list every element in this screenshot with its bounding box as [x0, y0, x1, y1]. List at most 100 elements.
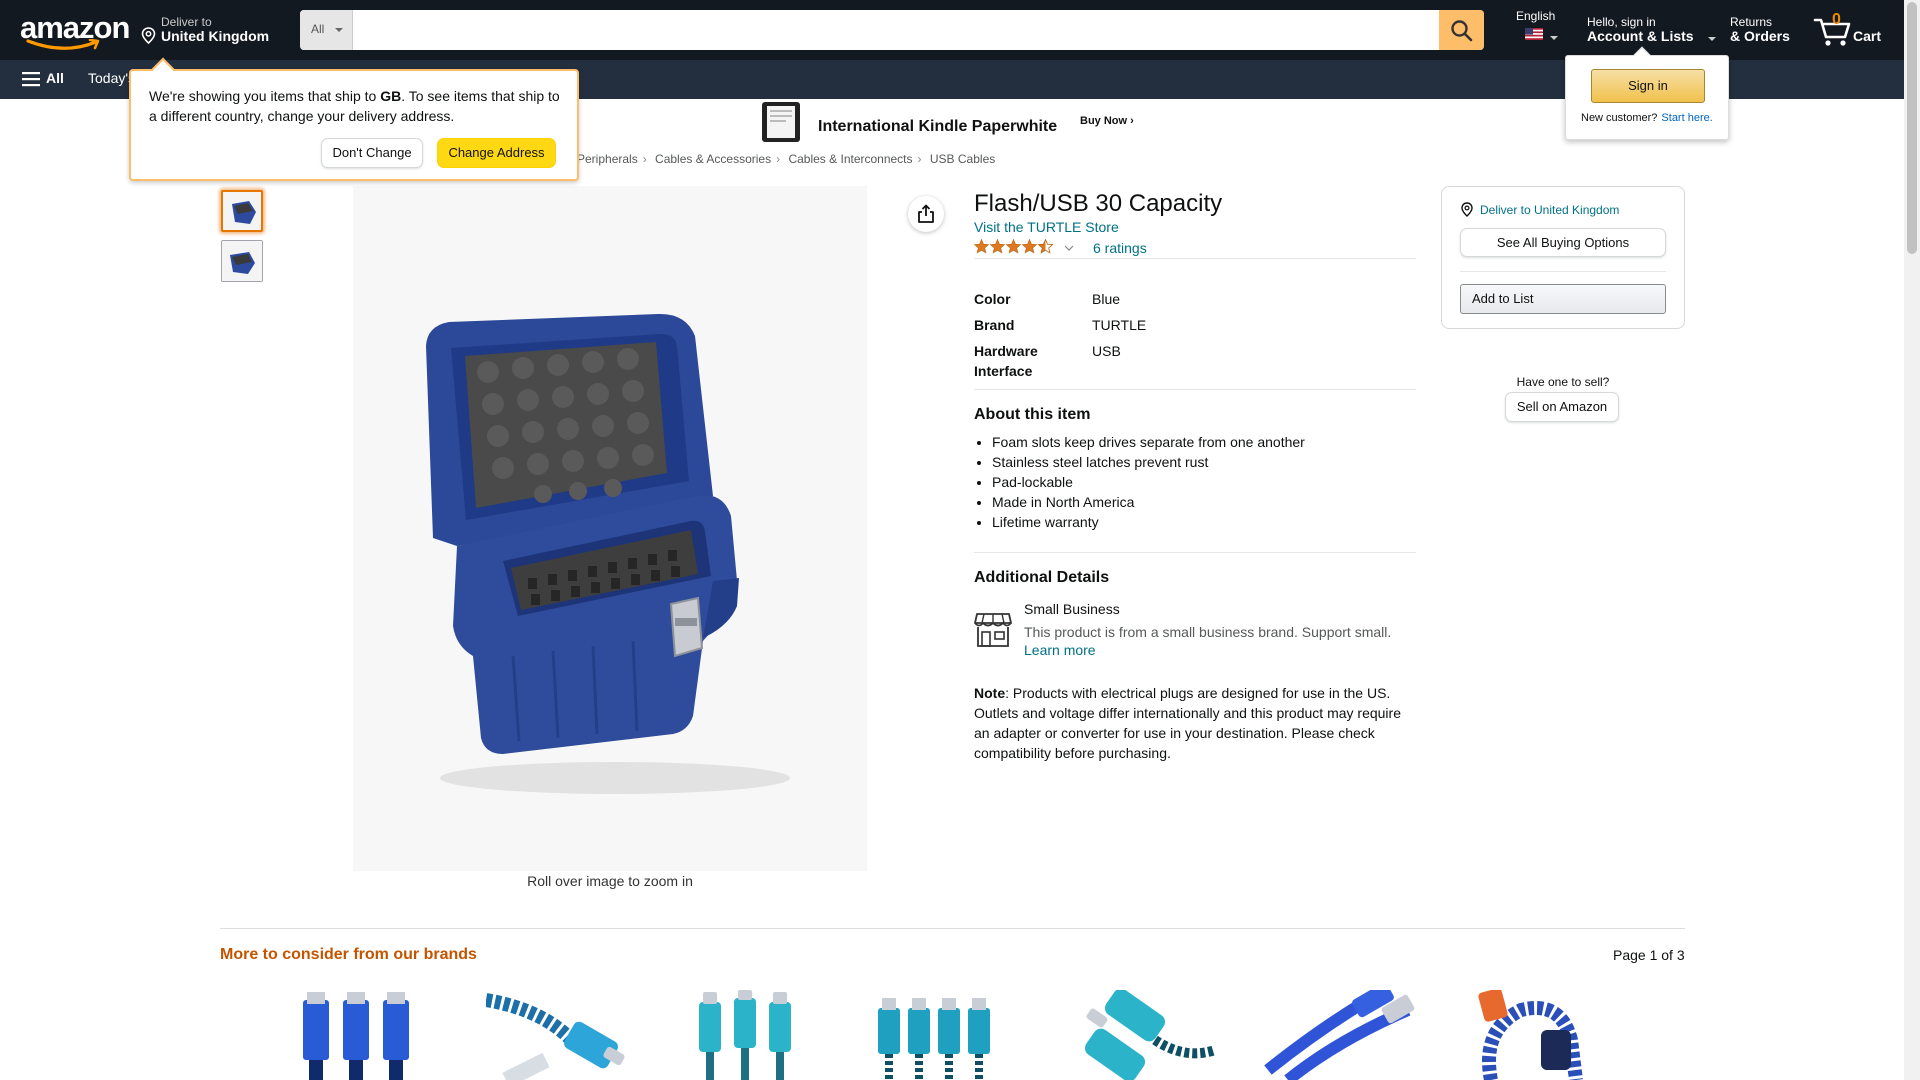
logo-wordmark: amazon [20, 10, 130, 45]
chevron-down-icon [1064, 245, 1074, 251]
divider [974, 389, 1416, 390]
carousel-product-image[interactable] [486, 990, 646, 1080]
change-address-button[interactable]: Change Address [437, 138, 556, 168]
carousel-product-image[interactable] [1258, 990, 1418, 1080]
amazon-logo[interactable]: amazon [20, 10, 130, 50]
add-to-list-button[interactable]: Add to List [1460, 284, 1666, 314]
main-product-image[interactable] [353, 186, 867, 871]
breadcrumb-item[interactable]: Cables & Accessories [655, 152, 771, 166]
case-thumbnail-image [223, 192, 261, 230]
carousel-page-indicator: Page 1 of 3 [1613, 947, 1685, 963]
banner-title: International Kindle Paperwhite [818, 118, 1058, 135]
banner-buy-now[interactable]: Buy Now › [1080, 115, 1134, 127]
language-label: English [1516, 9, 1556, 23]
spec-label: Hardware Interface [974, 343, 1038, 379]
search-icon [1451, 20, 1473, 42]
see-all-buying-options-button[interactable]: See All Buying Options [1460, 228, 1666, 257]
location-pin-icon [141, 27, 156, 44]
breadcrumb-separator: › [642, 152, 647, 166]
kindle-promo-banner[interactable]: International Kindle Paperwhite Buy Now … [760, 101, 1140, 145]
search-button[interactable] [1439, 10, 1484, 50]
usb-cable-product-image [699, 990, 791, 1080]
delivery-location-popover: We're showing you items that ship to GB.… [129, 57, 579, 181]
spec-label: Color [974, 291, 1011, 307]
breadcrumb-item[interactable]: USB Cables [930, 152, 995, 166]
learn-more-link[interactable]: Learn more [1024, 642, 1096, 658]
star-rating[interactable] [973, 239, 1074, 259]
zoom-hint: Roll over image to zoom in [527, 873, 693, 889]
deliver-label: Deliver to [161, 15, 212, 29]
brands-carousel-title: More to consider from our brands [220, 946, 477, 963]
cart-link[interactable]: 0 Cart [1813, 10, 1885, 50]
deliver-to-label: Deliver to United Kingdom [1480, 203, 1620, 217]
note-label: Note [974, 685, 1006, 701]
product-thumbnail[interactable] [221, 190, 263, 232]
about-heading: About this item [974, 406, 1091, 423]
feature-bullets: Foam slots keep drives separate from one… [992, 432, 1305, 532]
returns-label: Returns [1730, 15, 1773, 29]
chevron-down-icon [1708, 37, 1716, 41]
small-business-desc: This product is from a small business br… [1024, 624, 1392, 640]
breadcrumb-item[interactable]: Cables & Interconnects [788, 152, 912, 166]
usb-storage-case-image [353, 186, 867, 871]
chevron-down-icon [1550, 36, 1558, 40]
carousel-product-image[interactable] [1451, 990, 1611, 1080]
product-thumbnail[interactable] [221, 240, 263, 282]
usb-cable-product-image [486, 993, 625, 1080]
all-menu-label: All [46, 70, 64, 86]
us-flag-icon [1525, 28, 1543, 40]
carousel-product-image[interactable] [872, 990, 1032, 1080]
feature-bullet: Pad-lockable [992, 472, 1305, 492]
store-link[interactable]: Visit the TURTLE Store [974, 219, 1119, 235]
deliver-country: United Kingdom [161, 28, 270, 44]
search-input[interactable] [353, 10, 1439, 50]
feature-bullet: Foam slots keep drives separate from one… [992, 432, 1305, 452]
start-here-link[interactable]: Start here. [1661, 112, 1712, 124]
sell-on-amazon-button[interactable]: Sell on Amazon [1505, 392, 1619, 422]
breadcrumb-item[interactable]: Peripherals [577, 152, 638, 166]
feature-bullet: Made in North America [992, 492, 1305, 512]
search-category-label: All [311, 22, 325, 36]
usb-cable-product-image [303, 992, 409, 1080]
breadcrumb-separator: › [776, 152, 781, 166]
popover-message-start: We're showing you items that ship to [149, 88, 381, 104]
product-title: Flash/USB 30 Capacity [974, 190, 1223, 217]
spec-value: Blue [1092, 291, 1121, 307]
search-category-dropdown[interactable]: All [300, 10, 353, 50]
share-button[interactable] [908, 196, 944, 232]
carousel-product-image[interactable] [1065, 990, 1225, 1080]
orders-label: & Orders [1730, 28, 1790, 44]
additional-details-heading: Additional Details [974, 569, 1110, 586]
storefront-icon [974, 613, 1012, 647]
popover-country-code: GB [380, 88, 402, 104]
have-one-to-sell-label: Have one to sell? [1516, 375, 1610, 389]
divider [974, 552, 1416, 553]
carousel-product-image[interactable] [679, 990, 839, 1080]
todays-deals-link[interactable]: Today's [88, 70, 135, 86]
carousel-product-image[interactable] [293, 990, 453, 1080]
scrollbar-thumb[interactable] [1907, 2, 1917, 254]
feature-bullet: Lifetime warranty [992, 512, 1305, 532]
divider [974, 258, 1416, 259]
spec-value: TURTLE [1092, 317, 1147, 333]
chevron-down-icon [335, 28, 343, 32]
usb-cable-product-image [1264, 990, 1415, 1080]
ratings-count-link[interactable]: 6 ratings [1093, 240, 1147, 256]
usb-cable-product-image [1084, 990, 1217, 1080]
electrical-note: Note: Products with electrical plugs are… [974, 683, 1414, 763]
kindle-device-icon [762, 102, 800, 142]
signin-flyout: Sign in New customer? Start here. [1565, 46, 1729, 140]
popover-message: We're showing you items that ship to GB.… [149, 86, 569, 126]
page-scrollbar[interactable] [1904, 0, 1920, 1080]
small-business-title: Small Business [1024, 601, 1120, 617]
sign-in-button[interactable]: Sign in [1591, 69, 1705, 103]
spec-label: Brand [974, 317, 1015, 333]
feature-bullet: Stainless steel latches prevent rust [992, 452, 1305, 472]
new-customer-label: New customer? [1581, 112, 1658, 124]
location-pin-icon [1461, 202, 1473, 217]
buy-box: Deliver to United Kingdom See All Buying… [1441, 186, 1685, 329]
cart-label: Cart [1853, 28, 1882, 44]
dont-change-button[interactable]: Don't Change [321, 138, 423, 168]
account-greeting: Hello, sign in [1587, 15, 1656, 29]
account-lists-label: Account & Lists [1587, 28, 1694, 44]
